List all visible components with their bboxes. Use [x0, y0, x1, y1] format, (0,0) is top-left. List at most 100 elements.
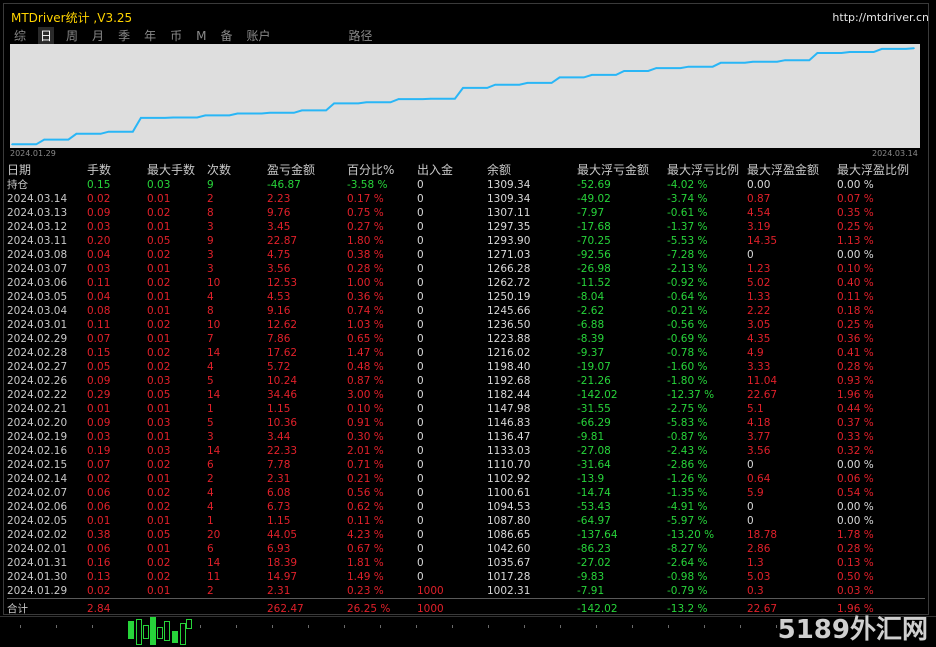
table-row-cell-0: 2024.02.21	[7, 403, 68, 415]
table-row-cell-8: -66.29	[577, 417, 611, 429]
table-row-cell-8: -13.9	[577, 473, 605, 485]
table-header-cell-6: 出入金	[417, 163, 454, 177]
table-row-cell-1: 0.06	[87, 543, 111, 555]
table-row-cell-3: 2	[207, 473, 214, 485]
tab-2[interactable]: 周	[64, 27, 80, 45]
table-row-cell-6: 0	[417, 305, 424, 317]
table-row-cell-11: 0.25 %	[837, 319, 874, 331]
table-row-cell-4: 7.86	[267, 333, 291, 345]
table-row-cell-8: -8.39	[577, 333, 605, 345]
table-row-cell-7: 1002.31	[487, 585, 531, 597]
time-tick	[632, 625, 633, 628]
table-row-cell-5: 0.71 %	[347, 459, 384, 471]
table-row-cell-10: 0	[747, 249, 754, 261]
table-row-cell-10: 3.77	[747, 431, 771, 443]
equity-point-10	[333, 102, 335, 105]
table-row-cell-1: 0.20	[87, 235, 111, 247]
table-row-cell-5: 0.38 %	[347, 249, 384, 261]
tab-8[interactable]: 备	[218, 27, 234, 45]
tab-1[interactable]: 日	[38, 27, 55, 45]
table-row-cell-7: 1223.88	[487, 333, 531, 345]
table-row-cell-10: 4.9	[747, 347, 764, 359]
total-row-cell-10: 22.67	[747, 603, 778, 615]
table-row-cell-8: -142.02	[577, 389, 618, 401]
table-row-cell-6: 0	[417, 571, 424, 583]
table-row-cell-3: 11	[207, 571, 221, 583]
table-row-cell-7: 1271.03	[487, 249, 531, 261]
total-divider	[7, 598, 925, 599]
time-tick	[272, 625, 273, 628]
table-row-cell-3: 9	[207, 235, 214, 247]
table-row-cell-7: 1262.72	[487, 277, 531, 289]
table-row-cell-11: 0.54 %	[837, 487, 874, 499]
table-row-cell-5: 1.00 %	[347, 277, 384, 289]
table-row-cell-2: 0.05	[147, 235, 171, 247]
table-row-cell-3: 1	[207, 403, 214, 415]
table-row-cell-2: 0.01	[147, 291, 171, 303]
candle-5	[164, 621, 170, 641]
table-row-cell-9: -2.43 %	[667, 445, 708, 457]
table-row-cell-9: -0.69 %	[667, 333, 708, 345]
table-row-cell-8: -6.88	[577, 319, 605, 331]
app-url-link[interactable]: http://mtdriver.cn	[832, 11, 929, 24]
tab-10[interactable]: 路径	[347, 27, 375, 45]
table-row-cell-0: 2024.02.02	[7, 529, 68, 541]
table-row-cell-6: 0	[417, 473, 424, 485]
table-row-cell-7: 1192.68	[487, 375, 531, 387]
table-row-cell-11: 0.10 %	[837, 263, 874, 275]
tab-0[interactable]: 综	[12, 27, 28, 45]
tab-9[interactable]: 账户	[244, 27, 272, 45]
table-row-cell-5: 0.21 %	[347, 473, 384, 485]
table-row-cell-7: 1133.03	[487, 445, 531, 457]
time-tick	[56, 625, 57, 628]
table-row-cell-0: 2024.02.14	[7, 473, 68, 485]
total-row-cell-0: 合计	[7, 603, 28, 615]
table-row-cell-1: 0.16	[87, 557, 111, 569]
table-row-cell-2: 0.02	[147, 557, 171, 569]
table-row-cell-11: 0.44 %	[837, 403, 874, 415]
table-row-cell-11: 0.28 %	[837, 543, 874, 555]
table-row-cell-1: 0.13	[87, 571, 111, 583]
table-row-cell-3: 3	[207, 263, 214, 275]
table-row-cell-2: 0.02	[147, 347, 171, 359]
table-row-cell-11: 1.96 %	[837, 389, 874, 401]
time-tick	[92, 625, 93, 628]
table-header-cell-7: 余额	[487, 163, 512, 177]
table-row-cell-4: 2.31	[267, 585, 291, 597]
equity-point-16	[526, 82, 529, 84]
equity-point-0	[11, 143, 13, 146]
table-row-cell-5: 0.23 %	[347, 585, 384, 597]
table-row-cell-11: 0.40 %	[837, 277, 874, 289]
holding-row-cell-7: 1309.34	[487, 179, 531, 191]
tab-4[interactable]: 季	[116, 27, 132, 45]
table-row-cell-0: 2024.02.01	[7, 543, 68, 555]
table-row-cell-6: 0	[417, 319, 424, 331]
table-row-cell-8: -2.62	[577, 305, 605, 317]
tab-6[interactable]: 币	[168, 27, 184, 45]
table-row-cell-10: 4.54	[747, 207, 771, 219]
holding-row-cell-3: 9	[207, 179, 214, 191]
table-row-cell-6: 0	[417, 515, 424, 527]
table-row-cell-10: 0	[747, 501, 754, 513]
table-row-cell-5: 0.11 %	[347, 515, 384, 527]
equity-point-5	[172, 116, 174, 119]
holding-row-cell-9: -4.02 %	[667, 179, 708, 191]
tab-3[interactable]: 月	[90, 27, 106, 45]
table-row-cell-7: 1297.35	[487, 221, 531, 233]
table-row-cell-1: 0.03	[87, 431, 111, 443]
table-row-cell-1: 0.03	[87, 221, 111, 233]
table-row-cell-2: 0.02	[147, 459, 171, 471]
table-row-cell-9: -8.27 %	[667, 543, 708, 555]
table-row-cell-10: 4.35	[747, 333, 771, 345]
table-row-cell-8: -7.97	[577, 207, 605, 219]
table-row-cell-3: 3	[207, 221, 214, 233]
holding-row-cell-6: 0	[417, 179, 424, 191]
table-row-cell-2: 0.05	[147, 389, 171, 401]
tab-7[interactable]: M	[194, 27, 208, 45]
table-row-cell-5: 0.75 %	[347, 207, 384, 219]
equity-point-21	[687, 65, 690, 68]
tab-5[interactable]: 年	[142, 27, 158, 45]
table-row-cell-1: 0.15	[87, 347, 111, 359]
table-row-cell-9: -2.13 %	[667, 263, 708, 275]
equity-point-7	[236, 112, 239, 115]
